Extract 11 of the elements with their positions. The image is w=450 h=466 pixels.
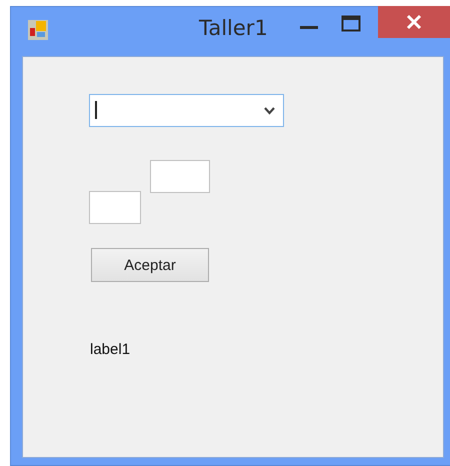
text-field[interactable] xyxy=(150,160,210,193)
form-label: label1 xyxy=(90,341,130,358)
app-icon xyxy=(27,19,49,41)
window-title: Taller1 xyxy=(199,16,268,40)
minimize-icon xyxy=(300,26,318,28)
text-field[interactable] xyxy=(89,191,141,224)
close-button[interactable] xyxy=(378,6,450,38)
maximize-icon xyxy=(341,15,361,33)
close-icon xyxy=(405,13,423,31)
chevron-down-icon xyxy=(264,107,275,115)
accept-button[interactable]: Aceptar xyxy=(91,248,209,282)
